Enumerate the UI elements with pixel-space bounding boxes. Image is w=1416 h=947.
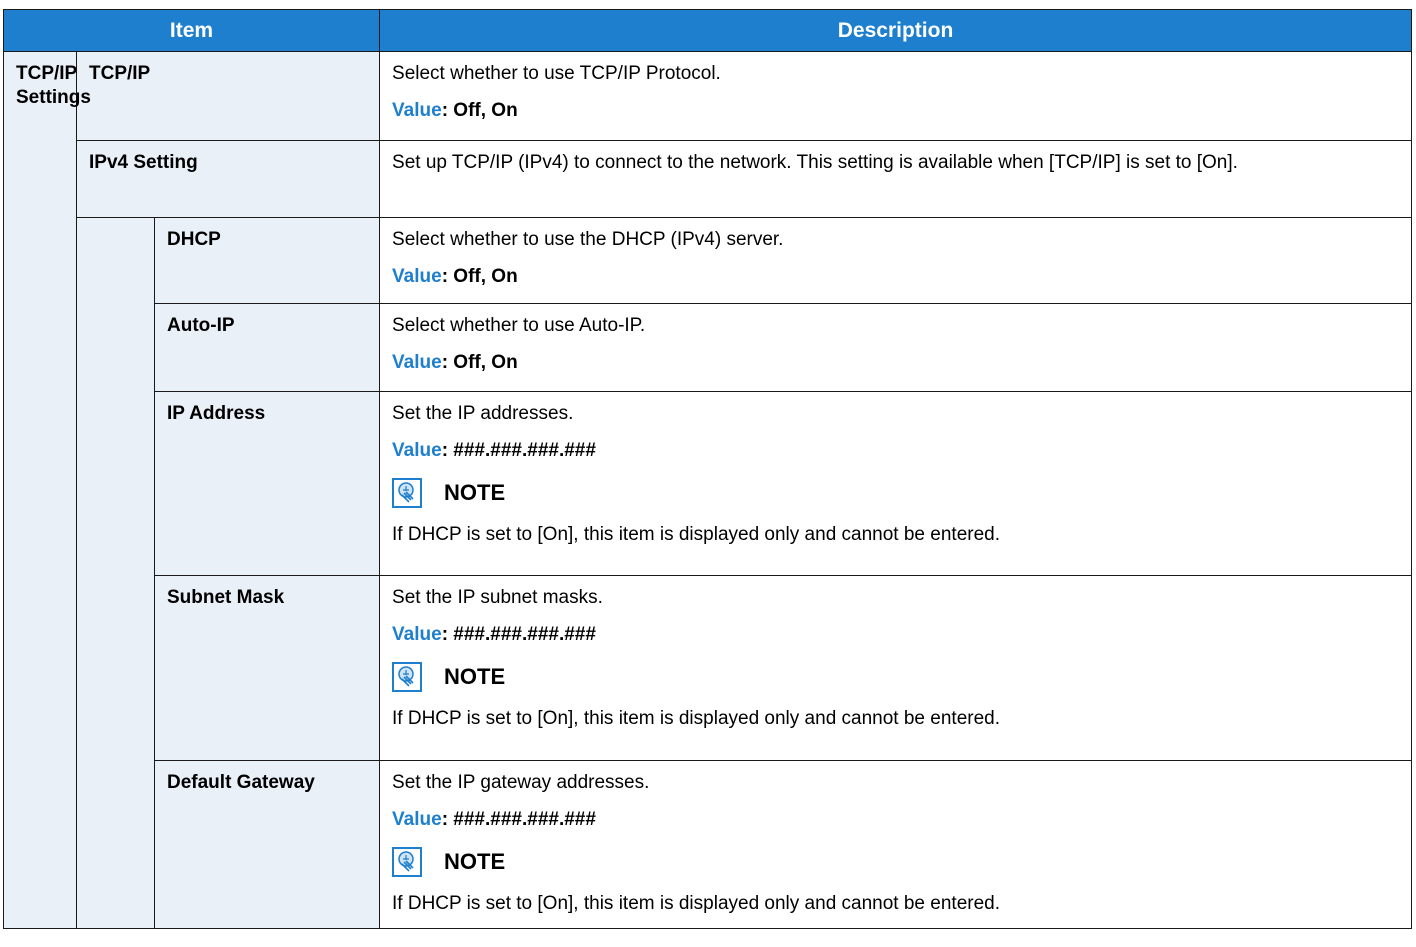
note-text: If DHCP is set to [On], this item is dis… <box>392 708 1000 729</box>
description-text: Select whether to use the DHCP (IPv4) se… <box>392 229 784 250</box>
row-desc-autoip: Select whether to use Auto-IP. Value: Of… <box>379 303 1413 392</box>
row-label-dhcp: DHCP <box>153 217 381 304</box>
note-heading: NOTE <box>392 847 1399 877</box>
description-text: Set the IP subnet masks. <box>392 587 603 608</box>
value-text: : Off, On <box>441 100 518 121</box>
group-label-line1: TCP/IP <box>16 63 78 84</box>
table-row: IPv4 Setting Set up TCP/IP (IPv4) to con… <box>4 140 1413 218</box>
value-label: Value <box>392 352 442 373</box>
table-row: Default Gateway Set the IP gateway addre… <box>4 760 1413 929</box>
row-label-subnet: Subnet Mask <box>153 575 381 761</box>
header-item: Item <box>2 9 381 52</box>
value-text: : Off, On <box>441 266 518 287</box>
note-label: NOTE <box>444 480 506 505</box>
table-row: IP Address Set the IP addresses. Value: … <box>4 391 1413 576</box>
row-label-tcpip: TCP/IP <box>75 51 381 141</box>
value-line: Value: Off, On <box>392 351 1399 375</box>
note-label: NOTE <box>444 849 506 874</box>
row-desc-dhcp: Select whether to use the DHCP (IPv4) se… <box>379 217 1413 304</box>
row-desc-ipv4: Set up TCP/IP (IPv4) to connect to the n… <box>379 140 1413 218</box>
indent-cell <box>76 217 155 929</box>
value-text: : ###.###.###.### <box>441 624 596 645</box>
group-label-line2: Settings <box>16 87 91 108</box>
row-desc-gateway: Set the IP gateway addresses. Value: ###… <box>379 760 1413 929</box>
value-line: Value: ###.###.###.### <box>392 439 1399 463</box>
table-header-row: Item Description <box>2 9 1413 52</box>
value-label: Value <box>392 809 442 830</box>
row-label-ipaddress: IP Address <box>153 391 381 576</box>
table-row: DHCP Select whether to use the DHCP (IPv… <box>4 217 1413 929</box>
value-line: Value: Off, On <box>392 265 1399 289</box>
row-label-ipv4: IPv4 Setting <box>75 140 381 218</box>
table-row: Subnet Mask Set the IP subnet masks. Val… <box>4 575 1413 761</box>
lightbulb-note-icon <box>392 662 423 692</box>
value-label: Value <box>392 266 442 287</box>
note-text: If DHCP is set to [On], this item is dis… <box>392 893 1000 914</box>
note-label: NOTE <box>444 664 506 689</box>
row-desc-ipaddress: Set the IP addresses. Value: ###.###.###… <box>379 391 1413 576</box>
description-text: Set the IP addresses. <box>392 403 574 424</box>
row-desc-subnet: Set the IP subnet masks. Value: ###.###.… <box>379 575 1413 761</box>
value-line: Value: Off, On <box>392 99 1399 123</box>
value-label: Value <box>392 100 442 121</box>
description-text: Set the IP gateway addresses. <box>392 772 650 793</box>
group-label: TCP/IP Settings <box>3 51 91 929</box>
value-label: Value <box>392 624 442 645</box>
value-text: : ###.###.###.### <box>441 440 596 461</box>
description-text: Set up TCP/IP (IPv4) to connect to the n… <box>392 152 1238 173</box>
note-text: If DHCP is set to [On], this item is dis… <box>392 524 1000 545</box>
row-label-gateway: Default Gateway <box>153 760 381 929</box>
value-line: Value: ###.###.###.### <box>392 808 1399 832</box>
value-label: Value <box>392 440 442 461</box>
description-text: Select whether to use Auto-IP. <box>392 315 646 336</box>
header-description: Description <box>379 9 1413 52</box>
table-row: Auto-IP Select whether to use Auto-IP. V… <box>4 303 1413 392</box>
note-heading: NOTE <box>392 478 1399 508</box>
row-desc-tcpip: Select whether to use TCP/IP Protocol. V… <box>379 51 1413 141</box>
row-label-autoip: Auto-IP <box>153 303 381 392</box>
lightbulb-note-icon <box>392 478 423 508</box>
settings-table: Item Description TCP/IP Settings TCP/IP … <box>2 9 1413 929</box>
description-text: Select whether to use TCP/IP Protocol. <box>392 63 721 84</box>
note-heading: NOTE <box>392 662 1399 692</box>
table-row: TCP/IP Settings TCP/IP Select whether to… <box>3 51 1413 929</box>
value-line: Value: ###.###.###.### <box>392 623 1399 647</box>
lightbulb-note-icon <box>392 847 423 877</box>
value-text: : ###.###.###.### <box>441 809 596 830</box>
value-text: : Off, On <box>441 352 518 373</box>
